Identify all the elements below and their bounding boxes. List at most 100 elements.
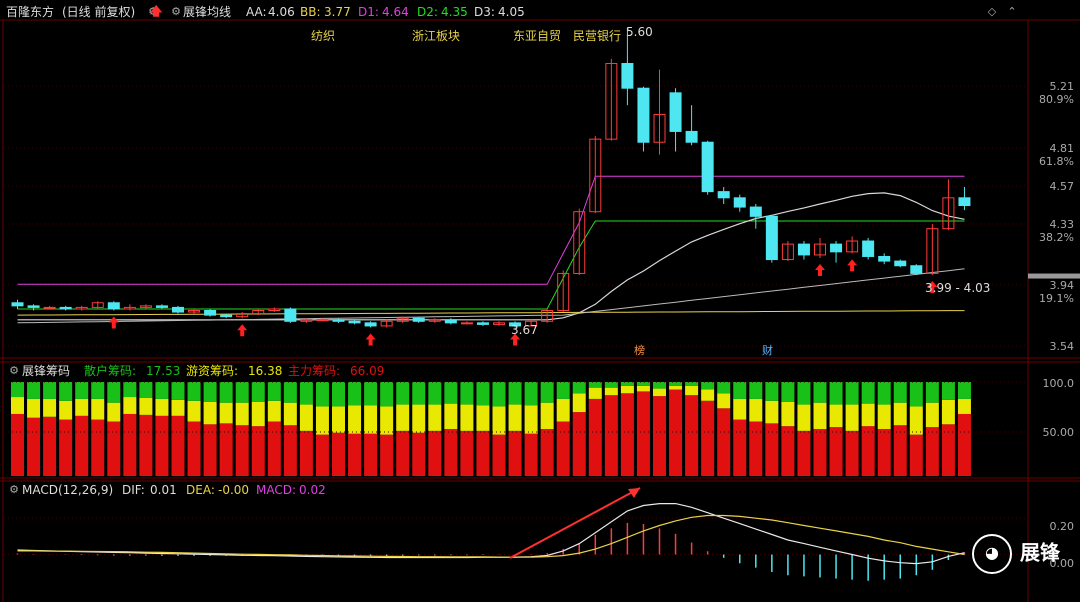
chip-hot-bar — [251, 401, 265, 427]
chip-retail-bar — [75, 382, 89, 399]
dif-line — [17, 503, 965, 565]
period-info: (日线 前复权) — [62, 5, 136, 19]
chip-hot-bar — [283, 402, 297, 426]
chip-retail-bar — [364, 382, 378, 406]
chip-main-bar — [155, 415, 169, 476]
sector-tag[interactable]: 民营银行 — [573, 27, 621, 44]
brand-logo: ◕ 展锋 — [972, 534, 1060, 574]
chip-retail-bar — [588, 382, 602, 388]
chip-retail-bar — [11, 382, 24, 398]
chip-retail-bar — [123, 382, 137, 398]
chip-hot-bar — [43, 398, 57, 417]
candle-body — [958, 197, 971, 207]
main-value: 66.09 — [350, 364, 385, 378]
candle-body — [348, 320, 361, 324]
chip-retail-bar — [861, 382, 875, 404]
chip-main-bar — [171, 415, 185, 476]
sector-tag[interactable]: 纺织 — [311, 27, 335, 44]
chip-main-bar — [348, 433, 362, 476]
chip-hot-bar — [27, 398, 41, 418]
chip-retail-bar — [91, 382, 105, 399]
chip-hot-bar — [428, 404, 442, 431]
chip-retail-bar — [572, 382, 586, 394]
chip-hot-bar — [508, 404, 522, 431]
d1-label: D1: — [358, 5, 379, 19]
bang-badge[interactable]: 榜 — [632, 344, 647, 358]
chip-retail-bar — [43, 382, 57, 399]
aa-value: 4.06 — [268, 5, 295, 19]
chip-hot-bar — [797, 404, 811, 431]
chip-retail-bar — [251, 382, 265, 402]
chip-main-bar — [444, 429, 458, 476]
buy-arrow-icon — [815, 264, 825, 277]
chip-main-bar — [476, 430, 490, 476]
chip-retail-bar — [412, 382, 426, 405]
macd-settings-icon[interactable]: ⚙ — [8, 484, 20, 496]
bb-line — [17, 310, 965, 316]
chip-retail-bar — [444, 382, 458, 404]
diamond-icon[interactable]: ◇ — [986, 6, 998, 18]
chip-hot-bar — [219, 402, 233, 424]
candle-body — [43, 306, 56, 309]
chip-main-bar — [235, 425, 249, 476]
chip-main-bar — [540, 429, 554, 476]
indicator-settings-icon[interactable]: ⚙ — [170, 6, 182, 18]
chip-main-bar — [636, 391, 650, 476]
chip-main-bar — [701, 400, 715, 476]
chip-main-bar — [845, 430, 859, 476]
chip-main-bar — [91, 419, 105, 476]
candle-body — [621, 63, 634, 89]
chip-hot-bar — [685, 385, 699, 396]
chip-main-bar — [909, 434, 923, 476]
chips-settings-icon[interactable]: ⚙ — [8, 365, 20, 377]
aa-label: AA: — [246, 5, 267, 19]
chip-hot-bar — [91, 398, 105, 420]
chip-hot-bar — [733, 398, 747, 420]
sector-tag[interactable]: 东亚自贸 — [513, 27, 561, 44]
chip-hot-bar — [636, 385, 650, 392]
d3-value: 4.05 — [498, 5, 525, 19]
stock-name: 百隆东方 — [6, 5, 55, 19]
chip-retail-bar — [636, 382, 650, 386]
chip-hot-bar — [604, 387, 618, 396]
chip-retail-bar — [941, 382, 955, 400]
chip-main-bar — [749, 421, 763, 476]
macd-axis-label: 0.20 — [1049, 520, 1075, 533]
macd-title: MACD(12,26,9) — [22, 483, 114, 497]
chip-hot-bar — [669, 385, 683, 390]
chip-main-bar — [251, 426, 265, 476]
d3-label: D3: — [474, 5, 495, 19]
pct-axis-label: 61.8% — [1039, 155, 1074, 168]
chip-hot-bar — [155, 398, 169, 416]
chip-main-bar — [460, 430, 474, 476]
candle-body — [332, 319, 345, 322]
brand-name: 展锋 — [1020, 540, 1060, 565]
buy-arrow-icon — [847, 259, 858, 272]
chip-main-bar — [508, 430, 522, 476]
collapse-icon[interactable]: ⌃ — [1006, 6, 1018, 18]
chip-retail-bar — [428, 382, 442, 405]
pct-axis-label: 19.1% — [1039, 292, 1074, 305]
chip-hot-bar — [524, 405, 538, 434]
chip-main-bar — [492, 434, 506, 476]
chip-main-bar — [733, 419, 747, 476]
chip-retail-bar — [893, 382, 907, 403]
chip-hot-bar — [396, 404, 410, 431]
chip-hot-bar — [925, 402, 939, 428]
chip-retail-bar — [235, 382, 249, 403]
cai-badge[interactable]: 财 — [760, 344, 775, 358]
low-price-note: 3.67 — [511, 323, 538, 337]
chip-retail-bar — [27, 382, 41, 399]
chip-main-bar — [765, 423, 779, 476]
chip-hot-bar — [861, 403, 875, 427]
chip-hot-bar — [476, 405, 490, 431]
candle-body — [27, 305, 40, 308]
chip-hot-bar — [957, 398, 971, 414]
sector-tag[interactable]: 浙江板块 — [412, 27, 460, 44]
chip-retail-bar — [380, 382, 394, 407]
chip-retail-bar — [685, 382, 699, 386]
chip-hot-bar — [59, 400, 73, 420]
chip-retail-bar — [845, 382, 859, 405]
dea-label: DEA: — [186, 483, 215, 497]
chip-hot-bar — [380, 406, 394, 435]
